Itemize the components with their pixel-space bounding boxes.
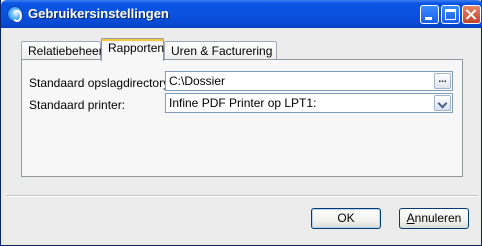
browse-button[interactable]: ... bbox=[434, 73, 451, 89]
title-bar[interactable]: Gebruikersinstellingen bbox=[1, 0, 482, 28]
tab-relatiebeheer[interactable]: Relatiebeheer bbox=[21, 41, 103, 60]
default-printer-select[interactable]: Infine PDF Printer op LPT1: bbox=[165, 93, 453, 113]
maximize-icon bbox=[445, 9, 456, 20]
chevron-down-icon[interactable] bbox=[434, 95, 451, 111]
dialog-content: Relatiebeheer Rapporten Uren & Factureri… bbox=[4, 28, 480, 243]
footer-separator bbox=[6, 195, 478, 197]
cancel-button[interactable]: Annuleren bbox=[399, 208, 469, 229]
maximize-button[interactable] bbox=[441, 5, 460, 24]
close-button[interactable] bbox=[462, 5, 481, 24]
storage-directory-field[interactable]: C:\Dossier ... bbox=[165, 71, 453, 91]
tab-uren-facturering[interactable]: Uren & Facturering bbox=[164, 41, 277, 60]
default-printer-value: Infine PDF Printer op LPT1: bbox=[169, 96, 317, 110]
close-icon bbox=[463, 6, 480, 23]
dialog-window: Gebruikersinstellingen Relatiebeheer Rap… bbox=[0, 0, 482, 246]
cancel-mnemonic: A bbox=[406, 211, 415, 225]
window-title: Gebruikersinstellingen bbox=[28, 6, 169, 21]
ok-button[interactable]: OK bbox=[311, 208, 381, 229]
tab-panel: Standaard opslagdirectory: C:\Dossier ..… bbox=[21, 59, 463, 177]
default-printer-label: Standaard printer: bbox=[29, 98, 126, 112]
app-icon bbox=[7, 6, 23, 22]
tab-rapporten[interactable]: Rapporten bbox=[101, 38, 164, 61]
minimize-button[interactable] bbox=[420, 5, 439, 24]
storage-directory-label: Standaard opslagdirectory: bbox=[29, 76, 173, 90]
cancel-label: nnuleren bbox=[414, 211, 462, 225]
minimize-icon bbox=[425, 17, 432, 20]
storage-directory-value: C:\Dossier bbox=[169, 74, 226, 88]
